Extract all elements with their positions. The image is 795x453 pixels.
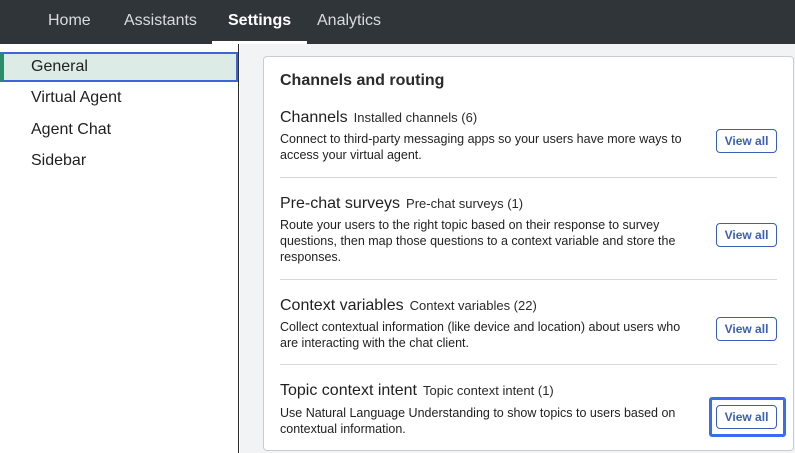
sidebar-item-general[interactable]: General <box>0 52 238 82</box>
tab-assistants[interactable]: Assistants <box>108 0 213 44</box>
tab-analytics[interactable]: Analytics <box>301 0 397 44</box>
channels-view-all-button[interactable]: View all <box>716 129 777 153</box>
divider <box>280 177 777 178</box>
row-pre-chat-surveys-title: Pre-chat surveys Pre-chat surveys (1) <box>280 195 523 213</box>
section-title: Channels and routing <box>280 72 445 89</box>
row-context-variables-title: Context variables Context variables (22) <box>280 297 537 315</box>
row-topic-context-intent-description: Use Natural Language Understanding to sh… <box>280 406 676 436</box>
topic-context-intent-view-all-button[interactable]: View all <box>716 405 777 429</box>
row-title-text: Channels <box>280 109 348 126</box>
pre-chat-surveys-view-all-button[interactable]: View all <box>716 223 777 247</box>
row-count: Pre-chat surveys (1) <box>406 196 524 211</box>
row-topic-context-intent-title: Topic context intent Topic context intent… <box>280 382 554 400</box>
tab-settings[interactable]: Settings <box>212 0 308 44</box>
divider <box>280 279 777 280</box>
context-variables-view-all-button[interactable]: View all <box>716 317 777 341</box>
top-nav-bar: Home Assistants Settings Analytics <box>0 0 795 44</box>
sidebar-item-virtual-agent[interactable]: Virtual Agent <box>0 83 238 113</box>
row-title-text: Pre-chat surveys <box>280 195 401 212</box>
tab-home[interactable]: Home <box>32 0 107 44</box>
row-channels-description: Connect to third-party messaging apps so… <box>280 132 682 162</box>
divider <box>280 364 777 365</box>
row-context-variables-description: Collect contextual information (like dev… <box>280 320 681 350</box>
row-count: Context variables (22) <box>409 298 537 313</box>
sidebar-item-sidebar[interactable]: Sidebar <box>0 146 238 176</box>
row-pre-chat-surveys-description: Route your users to the right topic base… <box>280 218 676 264</box>
row-count: Topic context intent (1) <box>422 383 554 398</box>
row-channels-title: Channels Installed channels (6) <box>280 109 477 127</box>
row-title-text: Topic context intent <box>280 382 417 399</box>
sidebar-item-agent-chat[interactable]: Agent Chat <box>0 115 238 145</box>
row-count: Installed channels (6) <box>353 110 478 125</box>
row-title-text: Context variables <box>280 297 404 314</box>
